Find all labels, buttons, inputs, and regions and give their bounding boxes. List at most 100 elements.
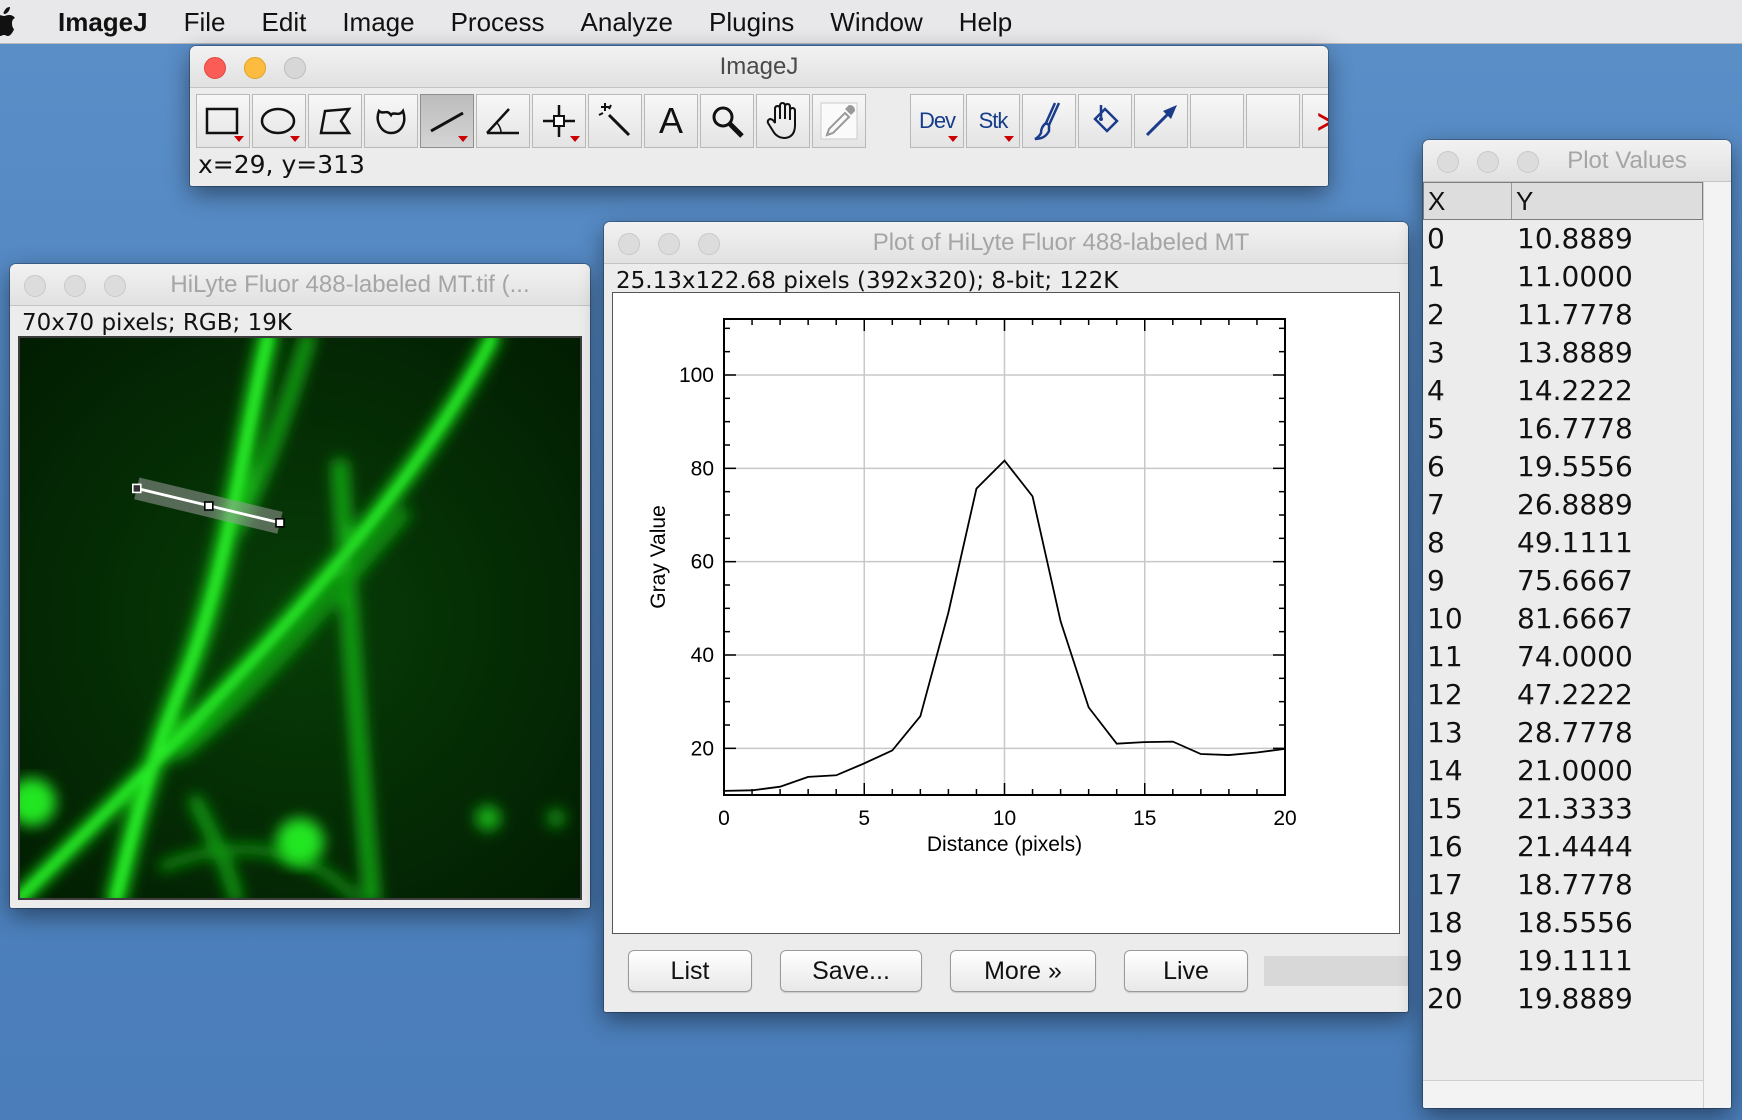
values-titlebar[interactable]: Plot Values (1423, 140, 1731, 182)
x-tick-label: 0 (718, 807, 730, 830)
cell-x: 0 (1427, 222, 1445, 255)
magnifier-tool[interactable] (700, 94, 754, 148)
cell-y: 19.5556 (1517, 450, 1633, 483)
empty-tool-slot-1[interactable] (1190, 94, 1244, 148)
plot-scroll-area[interactable] (1264, 956, 1408, 986)
table-row[interactable]: 5 16.7778 (1423, 410, 1703, 448)
cell-y: 16.7778 (1517, 412, 1633, 445)
image-info: 70x70 pixels; RGB; 19K (22, 310, 292, 336)
point-icon (543, 105, 575, 137)
menu-image[interactable]: Image (324, 0, 432, 44)
table-row[interactable]: 12 47.2222 (1423, 676, 1703, 714)
x-tick-label: 10 (993, 807, 1016, 830)
hand-tool[interactable] (756, 94, 810, 148)
more-button[interactable]: More » (950, 950, 1096, 992)
angle-tool[interactable] (476, 94, 530, 148)
menu-edit[interactable]: Edit (244, 0, 325, 44)
plot-titlebar[interactable]: Plot of HiLyte Fluor 488-labeled MT (604, 222, 1408, 264)
roi-start-handle[interactable] (132, 483, 142, 494)
table-row[interactable]: 8 49.1111 (1423, 524, 1703, 562)
magnifier-icon (712, 106, 744, 138)
cell-y: 47.2222 (1517, 678, 1633, 711)
list-button[interactable]: List (628, 950, 752, 992)
roi-center-handle[interactable] (204, 501, 214, 511)
cell-x: 20 (1427, 982, 1463, 1015)
table-row[interactable]: 16 21.4444 (1423, 828, 1703, 866)
cell-x: 12 (1427, 678, 1463, 711)
table-row[interactable]: 13 28.7778 (1423, 714, 1703, 752)
point-tool[interactable] (532, 94, 586, 148)
cell-x: 1 (1427, 260, 1445, 293)
eyedropper-tool[interactable] (812, 94, 866, 148)
apple-logo-icon[interactable] (0, 6, 18, 37)
y-tick-label: 100 (679, 364, 714, 387)
table-row[interactable]: 0 10.8889 (1423, 220, 1703, 258)
table-row[interactable]: 6 19.5556 (1423, 448, 1703, 486)
image-canvas[interactable] (18, 336, 582, 900)
table-row[interactable]: 1 11.0000 (1423, 258, 1703, 296)
cell-y: 74.0000 (1517, 640, 1633, 673)
polygon-icon (319, 107, 352, 135)
table-row[interactable]: 2 11.7778 (1423, 296, 1703, 334)
empty-tool-slot-2[interactable] (1246, 94, 1300, 148)
polygon-tool[interactable] (308, 94, 362, 148)
table-row[interactable]: 10 81.6667 (1423, 600, 1703, 638)
menu-app-name[interactable]: ImageJ (44, 0, 166, 44)
more-tools-button[interactable]: ≫ (1302, 94, 1328, 148)
straight-line-tool[interactable] (420, 94, 474, 148)
stk-menu-tool[interactable]: Stk (966, 94, 1020, 148)
horizontal-scrollbar[interactable] (1423, 1080, 1703, 1108)
column-header-y[interactable]: Y (1512, 183, 1702, 219)
toolbar-titlebar[interactable]: ImageJ (190, 46, 1328, 88)
dev-menu-tool[interactable]: Dev (910, 94, 964, 148)
table-row[interactable]: 7 26.8889 (1423, 486, 1703, 524)
tool-bar: A Dev Stk ≫ (196, 94, 1328, 148)
cell-x: 16 (1427, 830, 1463, 863)
stk-menu-icon: Stk (978, 108, 1009, 133)
table-row[interactable]: 15 21.3333 (1423, 790, 1703, 828)
plot-area[interactable]: 0 5 10 15 20 20 40 60 80 100 Distance (pixels) Gray… (612, 292, 1400, 934)
angle-icon (486, 108, 519, 135)
cell-x: 15 (1427, 792, 1463, 825)
plot-window: Plot of HiLyte Fluor 488-labeled MT 25.1… (604, 222, 1408, 1012)
flood-fill-icon (1093, 105, 1119, 133)
table-row[interactable]: 11 74.0000 (1423, 638, 1703, 676)
cell-y: 18.7778 (1517, 868, 1633, 901)
dropdown-indicator (234, 136, 244, 142)
cell-x: 2 (1427, 298, 1445, 331)
table-row[interactable]: 4 14.2222 (1423, 372, 1703, 410)
image-titlebar[interactable]: HiLyte Fluor 488-labeled MT.tif (... (10, 264, 590, 306)
x-axis-label: Distance (pixels) (927, 833, 1082, 856)
arrow-tool[interactable] (1134, 94, 1188, 148)
table-row[interactable]: 20 19.8889 (1423, 980, 1703, 1018)
table-row[interactable]: 9 75.6667 (1423, 562, 1703, 600)
brush-icon (1034, 102, 1061, 141)
menu-file[interactable]: File (166, 0, 244, 44)
microtubule-image[interactable] (20, 338, 580, 898)
menu-plugins[interactable]: Plugins (691, 0, 812, 44)
rectangle-icon (205, 107, 239, 135)
brush-tool[interactable] (1022, 94, 1076, 148)
menu-analyze[interactable]: Analyze (563, 0, 692, 44)
save-button[interactable]: Save... (780, 950, 922, 992)
dropdown-indicator (948, 136, 958, 142)
live-button[interactable]: Live (1124, 950, 1248, 992)
roi-end-handle[interactable] (275, 518, 285, 528)
rectangle-tool[interactable] (196, 94, 250, 148)
text-tool[interactable]: A (644, 94, 698, 148)
cell-x: 9 (1427, 564, 1445, 597)
table-row[interactable]: 3 13.8889 (1423, 334, 1703, 372)
menu-window[interactable]: Window (812, 0, 940, 44)
menu-process[interactable]: Process (433, 0, 563, 44)
oval-tool[interactable] (252, 94, 306, 148)
wand-tool[interactable] (588, 94, 642, 148)
table-row[interactable]: 14 21.0000 (1423, 752, 1703, 790)
table-row[interactable]: 19 19.1111 (1423, 942, 1703, 980)
vertical-scrollbar[interactable] (1703, 182, 1731, 1108)
freehand-tool[interactable] (364, 94, 418, 148)
column-header-x[interactable]: X (1424, 183, 1512, 219)
table-row[interactable]: 18 18.5556 (1423, 904, 1703, 942)
flood-fill-tool[interactable] (1078, 94, 1132, 148)
table-row[interactable]: 17 18.7778 (1423, 866, 1703, 904)
menu-help[interactable]: Help (941, 0, 1030, 44)
